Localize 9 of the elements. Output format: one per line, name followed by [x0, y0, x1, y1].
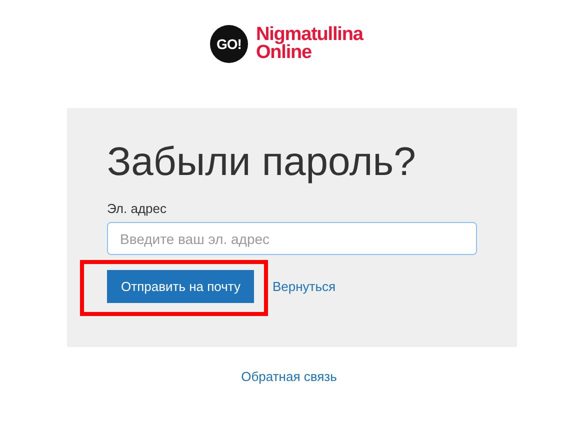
brand-name: Online — [256, 44, 312, 62]
email-field[interactable]: Введите ваш эл. адрес — [107, 222, 477, 255]
brand-name: Nigmatullina — [256, 26, 363, 44]
submit-button[interactable]: Отправить на почту — [107, 270, 254, 303]
logo-badge: GO! — [210, 25, 248, 63]
email-label: Эл. адрес — [107, 201, 168, 216]
feedback-link[interactable]: Обратная связь — [241, 369, 337, 384]
page-title: Забыли пароль? — [107, 139, 417, 186]
back-link[interactable]: Вернуться — [272, 279, 336, 294]
